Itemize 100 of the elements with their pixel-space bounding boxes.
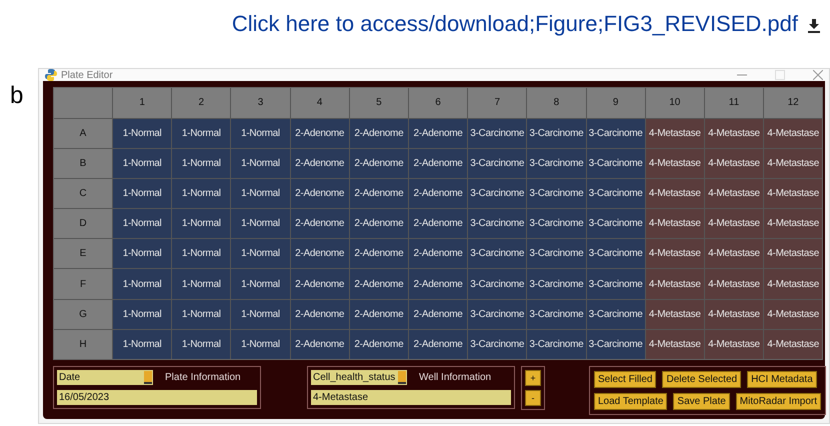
well-cell[interactable]: 1-Normal — [113, 330, 172, 359]
well-cell[interactable]: 4-Metastase — [646, 330, 704, 359]
well-cell[interactable]: 1-Normal — [231, 269, 290, 299]
well-cell[interactable]: 4-Metastase — [764, 269, 822, 299]
well-cell[interactable]: 1-Normal — [231, 300, 290, 329]
well-cell[interactable]: 2-Adenome — [350, 300, 408, 329]
column-header[interactable]: 1 — [113, 88, 172, 118]
column-header[interactable]: 11 — [704, 88, 764, 118]
well-cell[interactable]: 2-Adenome — [290, 300, 349, 329]
well-cell[interactable]: 2-Adenome — [290, 118, 349, 148]
well-cell[interactable]: 3-Carcinome — [468, 239, 526, 268]
column-header[interactable]: 12 — [764, 88, 822, 118]
well-cell[interactable]: 3-Carcinome — [527, 239, 586, 268]
well-cell[interactable]: 1-Normal — [172, 209, 230, 238]
column-header[interactable]: 8 — [527, 88, 586, 118]
well-cell[interactable]: 4-Metastase — [704, 209, 764, 238]
close-icon[interactable] — [813, 70, 823, 80]
well-cell[interactable]: 3-Carcinome — [586, 118, 645, 148]
column-header[interactable]: 9 — [586, 88, 645, 118]
well-cell[interactable]: 1-Normal — [113, 118, 172, 148]
well-cell[interactable]: 4-Metastase — [764, 239, 822, 268]
well-cell[interactable]: 3-Carcinome — [468, 330, 526, 359]
well-cell[interactable]: 2-Adenome — [290, 178, 349, 208]
well-cell[interactable]: 3-Carcinome — [586, 239, 645, 268]
well-cell[interactable]: 4-Metastase — [764, 330, 822, 359]
well-cell[interactable]: 2-Adenome — [350, 269, 408, 299]
well-cell[interactable]: 2-Adenome — [350, 209, 408, 238]
well-cell[interactable]: 2-Adenome — [350, 178, 408, 208]
well-cell[interactable]: 1-Normal — [172, 118, 230, 148]
well-info-dropdown[interactable]: Cell_health_status — [311, 370, 407, 385]
download-icon[interactable] — [808, 19, 820, 33]
download-link[interactable]: Click here to access/download;Figure;FIG3_REVISED.pdf — [232, 11, 798, 37]
well-cell[interactable]: 1-Normal — [231, 178, 290, 208]
well-cell[interactable]: 3-Carcinome — [527, 148, 586, 178]
well-cell[interactable]: 1-Normal — [231, 148, 290, 178]
well-cell[interactable]: 4-Metastase — [646, 300, 704, 329]
well-cell[interactable]: 2-Adenome — [350, 118, 408, 148]
well-cell[interactable]: 3-Carcinome — [468, 209, 526, 238]
well-cell[interactable]: 1-Normal — [231, 118, 290, 148]
well-cell[interactable]: 4-Metastase — [704, 300, 764, 329]
well-cell[interactable]: 4-Metastase — [704, 330, 764, 359]
column-header[interactable]: 2 — [172, 88, 230, 118]
action-button[interactable]: MitoRadar Import — [736, 393, 822, 410]
well-cell[interactable]: 1-Normal — [172, 148, 230, 178]
well-cell[interactable]: 1-Normal — [231, 330, 290, 359]
well-cell[interactable]: 3-Carcinome — [527, 209, 586, 238]
well-cell[interactable]: 2-Adenome — [408, 269, 468, 299]
well-cell[interactable]: 1-Normal — [113, 148, 172, 178]
well-cell[interactable]: 2-Adenome — [408, 118, 468, 148]
well-cell[interactable]: 3-Carcinome — [586, 300, 645, 329]
well-cell[interactable]: 4-Metastase — [764, 300, 822, 329]
well-cell[interactable]: 4-Metastase — [704, 269, 764, 299]
plate-info-field[interactable]: 16/05/2023 — [57, 390, 257, 405]
well-cell[interactable]: 3-Carcinome — [468, 118, 526, 148]
well-cell[interactable]: 1-Normal — [172, 269, 230, 299]
well-cell[interactable]: 4-Metastase — [646, 118, 704, 148]
well-cell[interactable]: 3-Carcinome — [527, 269, 586, 299]
well-cell[interactable]: 2-Adenome — [290, 269, 349, 299]
well-cell[interactable]: 3-Carcinome — [586, 330, 645, 359]
well-cell[interactable]: 4-Metastase — [764, 148, 822, 178]
well-cell[interactable]: 3-Carcinome — [527, 118, 586, 148]
well-cell[interactable]: 4-Metastase — [646, 269, 704, 299]
plate-info-dropdown[interactable]: Date — [57, 370, 153, 385]
well-cell[interactable]: 1-Normal — [113, 209, 172, 238]
well-cell[interactable]: 3-Carcinome — [468, 148, 526, 178]
well-cell[interactable]: 4-Metastase — [704, 239, 764, 268]
row-header[interactable]: D — [54, 209, 112, 238]
well-cell[interactable]: 1-Normal — [113, 300, 172, 329]
well-cell[interactable]: 1-Normal — [172, 239, 230, 268]
action-button[interactable]: HCI Metadata — [747, 371, 817, 388]
column-header[interactable]: 6 — [408, 88, 468, 118]
well-cell[interactable]: 2-Adenome — [350, 239, 408, 268]
well-cell[interactable]: 2-Adenome — [408, 330, 468, 359]
column-header[interactable]: 5 — [350, 88, 408, 118]
row-header[interactable]: B — [54, 148, 112, 178]
well-cell[interactable]: 2-Adenome — [290, 209, 349, 238]
well-cell[interactable]: 2-Adenome — [408, 209, 468, 238]
well-cell[interactable]: 2-Adenome — [290, 330, 349, 359]
well-cell[interactable]: 1-Normal — [172, 330, 230, 359]
minus-button[interactable]: - — [525, 390, 541, 406]
well-cell[interactable]: 1-Normal — [113, 178, 172, 208]
column-header[interactable]: 3 — [231, 88, 290, 118]
well-cell[interactable]: 4-Metastase — [764, 178, 822, 208]
well-cell[interactable]: 2-Adenome — [408, 148, 468, 178]
well-cell[interactable]: 1-Normal — [172, 178, 230, 208]
well-cell[interactable]: 3-Carcinome — [586, 148, 645, 178]
column-header[interactable]: 7 — [468, 88, 526, 118]
well-info-field[interactable]: 4-Metastase — [311, 390, 511, 405]
action-button[interactable]: Delete Selected — [662, 371, 742, 388]
well-cell[interactable]: 2-Adenome — [290, 148, 349, 178]
well-cell[interactable]: 4-Metastase — [764, 209, 822, 238]
action-button[interactable]: Save Plate — [673, 393, 730, 410]
action-button[interactable]: Select Filled — [594, 371, 656, 388]
action-button[interactable]: Load Template — [594, 393, 668, 410]
well-cell[interactable]: 4-Metastase — [704, 148, 764, 178]
well-cell[interactable]: 3-Carcinome — [586, 178, 645, 208]
well-cell[interactable]: 1-Normal — [113, 239, 172, 268]
well-cell[interactable]: 2-Adenome — [350, 148, 408, 178]
well-cell[interactable]: 4-Metastase — [704, 118, 764, 148]
row-header[interactable]: E — [54, 239, 112, 268]
